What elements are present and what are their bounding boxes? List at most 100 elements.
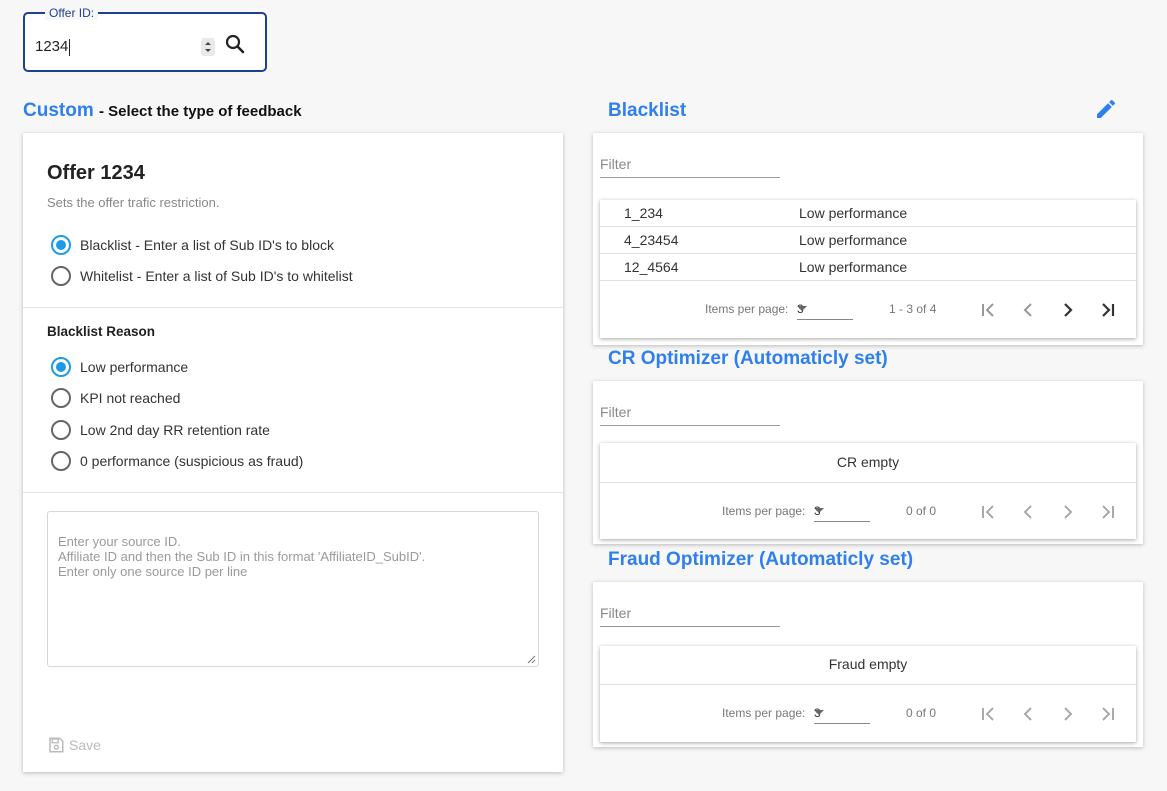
table-row[interactable]: 4_23454 Low performance [600, 227, 1136, 254]
page-range: 0 of 0 [906, 504, 937, 518]
blacklist-table: 1_234 Low performance 4_23454 Low perfor… [600, 200, 1136, 338]
save-label: Save [69, 737, 101, 753]
next-page-button[interactable] [1056, 500, 1080, 524]
search-button[interactable] [223, 32, 247, 56]
chevron-left-icon [1023, 505, 1032, 519]
chevron-right-icon [1064, 707, 1073, 721]
cr-optimizer-title: CR Optimizer (Automaticly set) [608, 348, 888, 369]
cr-table: CR empty Items per page: 3 0 of 0 [600, 443, 1136, 539]
table-row[interactable]: 1_234 Low performance [600, 200, 1136, 227]
first-page-button[interactable] [976, 298, 1000, 322]
row-id: 12_4564 [624, 259, 679, 275]
offer-feedback-card: Offer 1234 Sets the offer trafic restric… [23, 133, 563, 772]
number-spinner[interactable] [201, 38, 215, 56]
last-page-button[interactable] [1096, 702, 1120, 726]
first-page-button[interactable] [976, 702, 1000, 726]
search-icon [225, 34, 245, 54]
offer-id-input[interactable]: 1234 [35, 38, 71, 56]
page-range: 1 - 3 of 4 [889, 302, 937, 316]
row-id: 4_23454 [624, 232, 679, 248]
save-button[interactable]: Save [47, 736, 101, 754]
radio-label: KPI not reached [80, 390, 181, 406]
dropdown-arrow-icon [797, 306, 807, 311]
floppy-disk-icon [49, 737, 64, 753]
radio-label: 0 performance (suspicious as fraud) [80, 453, 304, 469]
empty-message: Fraud empty [828, 656, 908, 672]
last-page-icon [1102, 505, 1114, 519]
page-size-select[interactable]: 3 [797, 296, 853, 320]
blacklist-filter-input[interactable]: Filter [600, 154, 780, 178]
previous-page-button[interactable] [1016, 298, 1040, 322]
chevron-left-icon [1023, 707, 1032, 721]
radio-reason-low-performance[interactable]: Low performance [51, 357, 188, 377]
radio-blacklist[interactable]: Blacklist - Enter a list of Sub ID's to … [51, 235, 334, 255]
spinner-arrows-icon [205, 42, 211, 52]
source-id-textarea[interactable]: Enter your source ID. Affiliate ID and t… [47, 511, 539, 667]
page-size-select[interactable]: 3 [814, 700, 870, 724]
items-per-page-label: Items per page: [722, 504, 806, 518]
radio-indicator[interactable] [51, 388, 71, 408]
row-divider [600, 482, 1136, 483]
custom-heading: Custom - Select the type of feedback [23, 100, 302, 122]
dropdown-arrow-icon [814, 710, 824, 715]
chevron-left-icon [1023, 303, 1032, 317]
dropdown-arrow-icon [814, 508, 824, 513]
items-per-page-label: Items per page: [722, 706, 806, 720]
first-page-icon [982, 303, 994, 317]
empty-message: CR empty [836, 454, 900, 470]
next-page-button[interactable] [1056, 298, 1080, 322]
blacklist-reason-label: Blacklist Reason [47, 324, 156, 339]
textarea-placeholder: Enter your source ID. Affiliate ID and t… [58, 534, 426, 579]
radio-indicator[interactable] [51, 420, 71, 440]
last-page-icon [1102, 707, 1114, 721]
custom-subtitle: - Select the type of feedback [99, 103, 302, 120]
next-page-button[interactable] [1056, 702, 1080, 726]
radio-indicator[interactable] [51, 451, 71, 471]
row-reason: Low performance [799, 232, 908, 248]
row-reason: Low performance [799, 259, 908, 275]
offer-title: Offer 1234 [47, 162, 145, 184]
cr-filter-input[interactable]: Filter [600, 402, 780, 426]
previous-page-button[interactable] [1016, 702, 1040, 726]
cr-optimizer-panel: Filter CR empty Items per page: 3 0 of 0 [593, 381, 1143, 544]
radio-reason-retention[interactable]: Low 2nd day RR retention rate [51, 420, 270, 440]
chevron-right-icon [1064, 505, 1073, 519]
radio-indicator[interactable] [51, 357, 71, 377]
fraud-filter-input[interactable]: Filter [600, 603, 780, 627]
last-page-button[interactable] [1096, 500, 1120, 524]
fraud-paginator: Items per page: 3 0 of 0 [600, 686, 1136, 741]
resize-handle-icon[interactable] [526, 654, 536, 664]
row-divider [600, 684, 1136, 685]
chevron-right-icon [1064, 303, 1073, 317]
fraud-optimizer-title: Fraud Optimizer (Automaticly set) [608, 549, 914, 570]
fraud-table: Fraud empty Items per page: 3 0 of 0 [600, 646, 1136, 742]
row-id: 1_234 [624, 205, 663, 221]
previous-page-button[interactable] [1016, 500, 1040, 524]
page-range: 0 of 0 [906, 706, 937, 720]
radio-label: Low performance [80, 359, 189, 375]
filter-placeholder: Filter [600, 156, 632, 172]
radio-label: Whitelist - Enter a list of Sub ID's to … [80, 268, 353, 284]
blacklist-panel: Filter 1_234 Low performance 4_23454 Low… [593, 133, 1143, 345]
blacklist-paginator: Items per page: 3 1 - 3 of 4 [600, 282, 1136, 337]
radio-indicator[interactable] [51, 235, 71, 255]
filter-placeholder: Filter [600, 605, 632, 621]
section-divider [23, 307, 563, 308]
radio-label: Low 2nd day RR retention rate [80, 422, 270, 438]
radio-indicator[interactable] [51, 266, 71, 286]
edit-button[interactable] [1094, 97, 1118, 121]
table-row[interactable]: 12_4564 Low performance [600, 254, 1136, 281]
last-page-icon [1102, 303, 1115, 317]
offer-id-field[interactable]: Offer ID: 1234 [23, 6, 267, 72]
page-size-select[interactable]: 3 [814, 498, 870, 522]
row-reason: Low performance [799, 205, 908, 221]
section-divider [23, 492, 563, 493]
offer-subtitle: Sets the offer trafic restriction. [47, 195, 220, 210]
last-page-button[interactable] [1096, 298, 1120, 322]
pencil-icon [1097, 99, 1116, 118]
first-page-button[interactable] [976, 500, 1000, 524]
radio-reason-fraud[interactable]: 0 performance (suspicious as fraud) [51, 451, 303, 471]
radio-whitelist[interactable]: Whitelist - Enter a list of Sub ID's to … [51, 266, 353, 286]
fraud-optimizer-panel: Filter Fraud empty Items per page: 3 0 o… [593, 582, 1143, 747]
radio-reason-kpi[interactable]: KPI not reached [51, 388, 180, 408]
